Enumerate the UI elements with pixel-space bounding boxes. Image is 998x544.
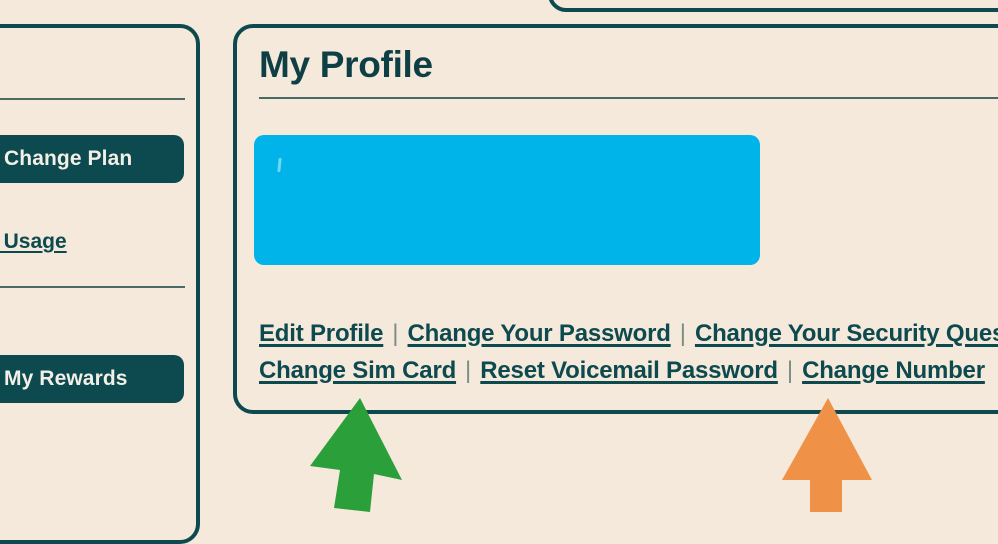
sidebar-button-my-rewards[interactable]: My Rewards xyxy=(0,355,184,403)
sidebar-link-view-my-usage[interactable]: View My Usage xyxy=(0,230,184,254)
profile-links-row-1: Edit Profile | Change Your Password | Ch… xyxy=(259,320,998,357)
title-divider xyxy=(259,97,998,99)
link-separator: | xyxy=(392,320,399,347)
sidebar-button-change-plan[interactable]: Change Plan xyxy=(0,135,184,183)
link-separator: | xyxy=(465,357,472,384)
profile-info-panel[interactable] xyxy=(254,135,760,265)
text-cursor-icon xyxy=(277,158,282,172)
sidebar-card: Change Plan View My Usage My Rewards xyxy=(0,24,200,544)
sidebar-inner: Change Plan View My Usage My Rewards xyxy=(0,28,196,540)
link-separator: | xyxy=(786,357,794,384)
link-edit-profile[interactable]: Edit Profile xyxy=(259,320,383,348)
link-change-your-password[interactable]: Change Your Password xyxy=(408,320,671,348)
link-reset-voicemail-password[interactable]: Reset Voicemail Password xyxy=(480,357,778,385)
my-profile-card: My Profile Edit Profile | Change Your Pa… xyxy=(233,24,998,414)
screen: Change Plan View My Usage My Rewards My … xyxy=(0,0,998,544)
sidebar-divider-bottom xyxy=(0,286,185,288)
page-title: My Profile xyxy=(259,44,433,85)
link-change-number[interactable]: Change Number xyxy=(802,357,985,385)
link-separator: | xyxy=(679,320,686,347)
link-change-your-security-question[interactable]: Change Your Security Question xyxy=(695,320,998,348)
top-partial-card xyxy=(548,0,998,12)
sidebar-divider-top xyxy=(0,98,185,100)
profile-links-row-2: Change Sim Card | Reset Voicemail Passwo… xyxy=(259,357,998,394)
profile-action-links: Edit Profile | Change Your Password | Ch… xyxy=(259,320,998,394)
link-change-sim-card[interactable]: Change Sim Card xyxy=(259,357,456,385)
